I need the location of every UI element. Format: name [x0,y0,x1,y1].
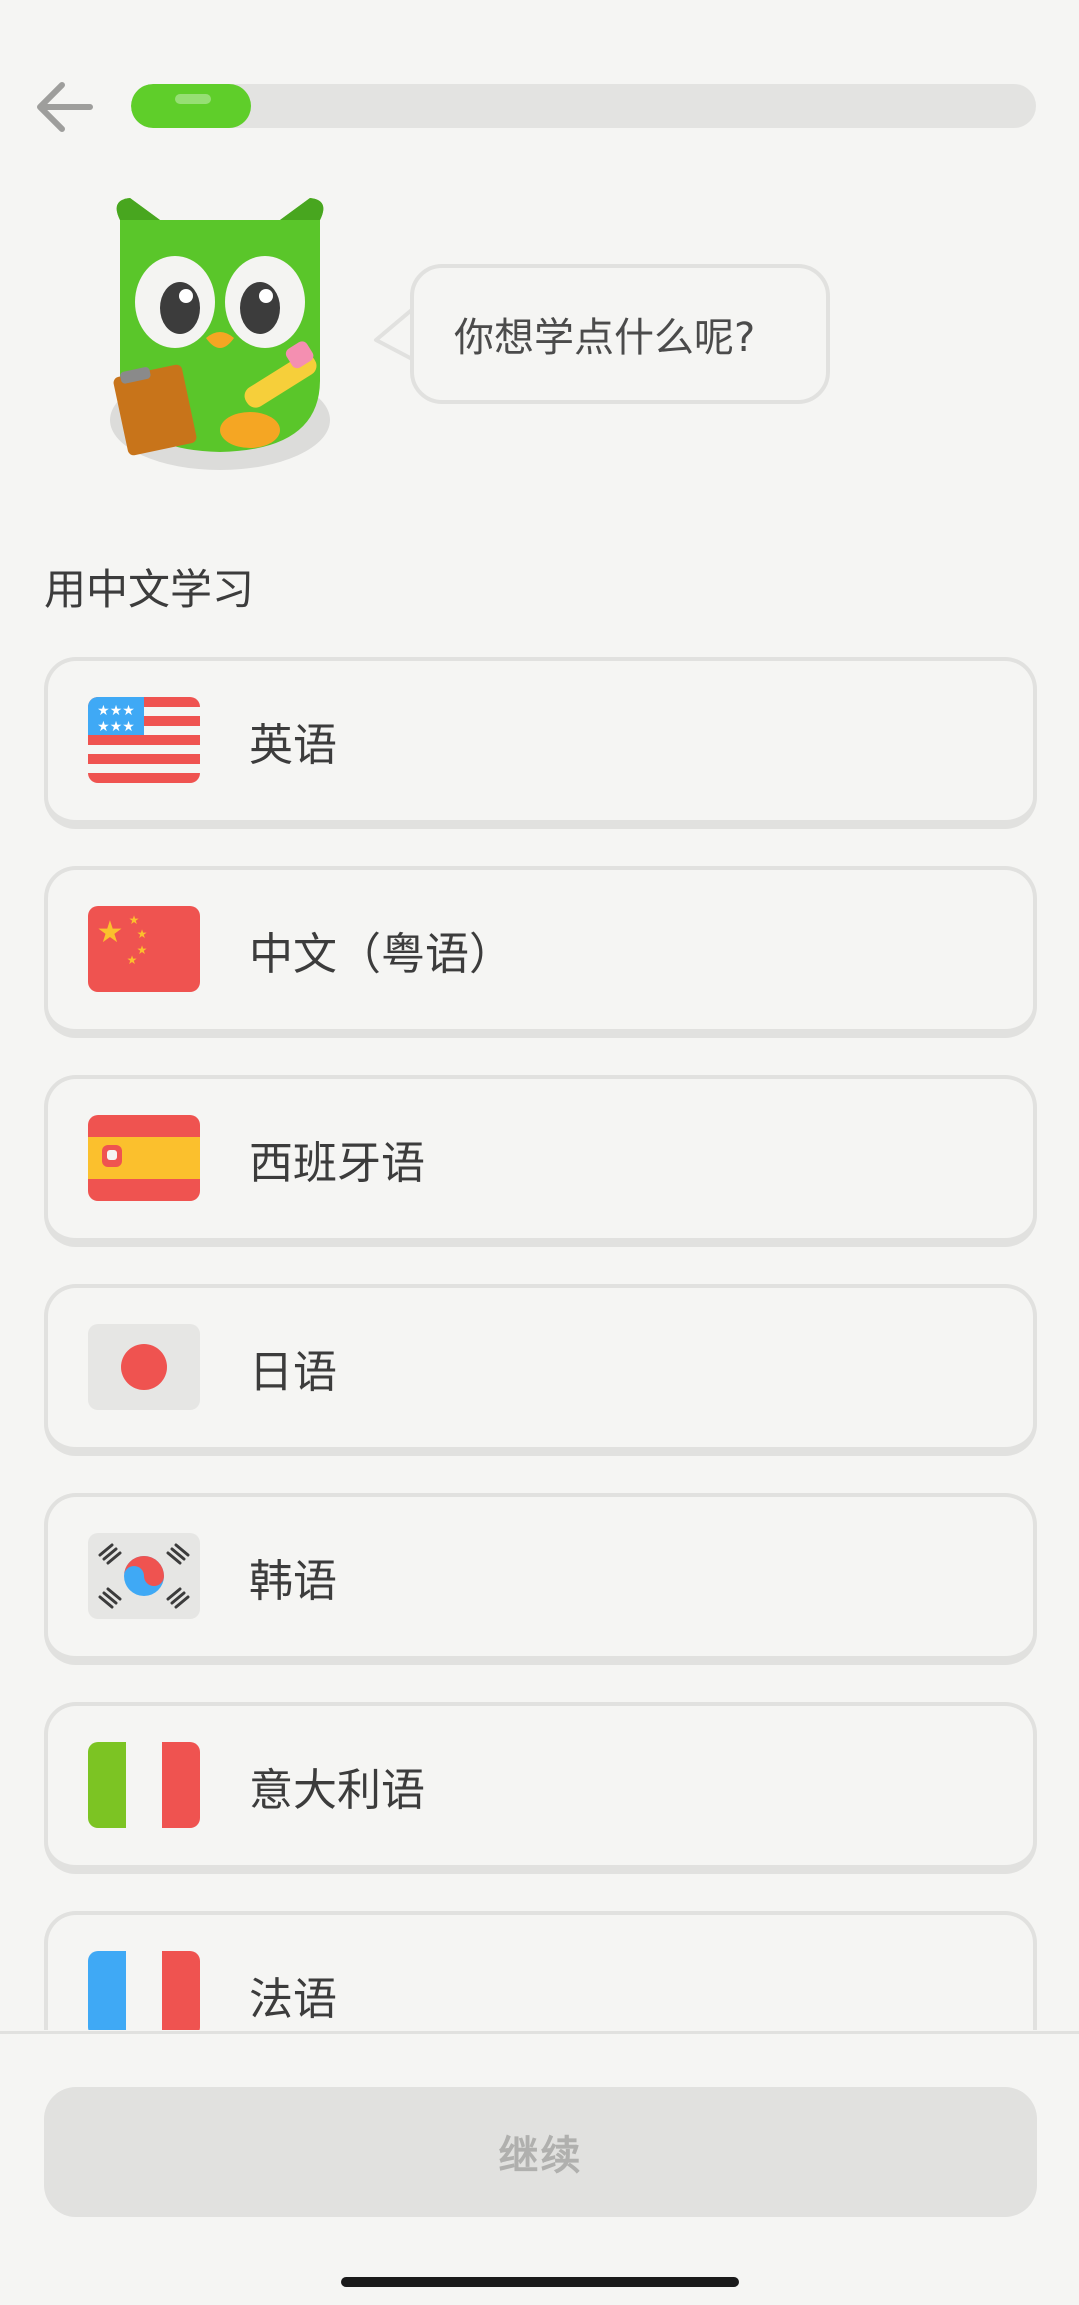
svg-text:★: ★ [137,927,148,941]
section-title: 用中文学习 [44,565,255,614]
home-indicator [341,2277,739,2287]
language-option-japanese[interactable]: 日语 [44,1284,1037,1456]
language-label: 法语 [249,1973,337,2025]
back-button[interactable] [32,72,102,142]
speech-bubble-text: 你想学点什么呢? [454,315,756,361]
svg-text:★★★: ★★★ [97,703,135,719]
language-label: 韩语 [249,1555,337,1607]
language-label: 意大利语 [249,1764,425,1816]
owl-mascot-icon [100,190,340,480]
language-option-korean[interactable]: 韩语 [44,1493,1037,1665]
svg-text:★: ★ [127,953,138,967]
france-flag-icon [88,1951,200,2030]
china-flag-icon: ★ ★ ★ ★ ★ [88,906,200,992]
japan-flag-icon [88,1324,200,1410]
svg-text:★: ★ [129,913,140,927]
svg-text:★★★: ★★★ [97,719,135,735]
language-option-english[interactable]: ★★★ ★★★ 英语 [44,657,1037,829]
us-flag-icon: ★★★ ★★★ [88,697,200,783]
progress-fill [131,84,252,128]
speech-bubble: 你想学点什么呢? [410,264,830,404]
korea-flag-icon [88,1533,200,1619]
progress-bar [131,84,1036,128]
language-option-italian[interactable]: 意大利语 [44,1702,1037,1874]
spain-flag-icon [88,1115,200,1201]
top-bar [0,0,1079,200]
language-option-spanish[interactable]: 西班牙语 [44,1075,1037,1247]
footer-divider [0,2031,1079,2034]
language-option-french[interactable]: 法语 [44,1911,1037,2030]
arrow-left-icon [37,82,93,132]
language-option-cantonese[interactable]: ★ ★ ★ ★ ★ 中文（粤语） [44,866,1037,1038]
language-list: ★★★ ★★★ 英语 ★ ★ ★ ★ ★ 中文（粤语） 西班牙语 日语 韩语 意… [44,657,1037,2030]
svg-text:★: ★ [137,943,148,957]
language-label: 中文（粤语） [249,928,513,980]
italy-flag-icon [88,1742,200,1828]
svg-text:★: ★ [97,915,124,950]
language-label: 英语 [249,719,337,771]
language-label: 西班牙语 [249,1137,425,1189]
language-label: 日语 [249,1346,337,1398]
continue-button[interactable]: 继续 [44,2087,1037,2217]
